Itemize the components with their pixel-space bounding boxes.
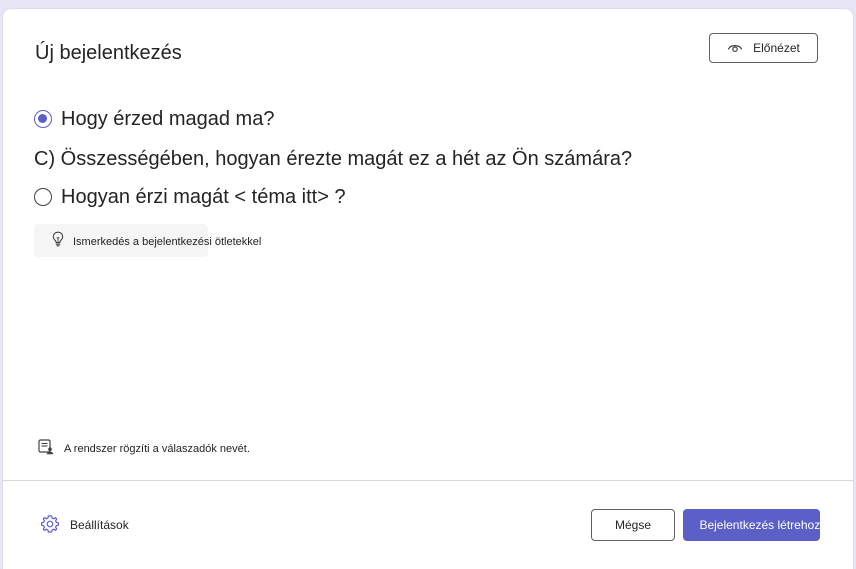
preview-label: Előnézet xyxy=(753,41,800,55)
gear-icon xyxy=(40,514,60,537)
dialog-title: Új bejelentkezés xyxy=(35,42,182,64)
form-person-icon xyxy=(38,439,54,458)
explore-ideas-button[interactable]: Ismerkedés a bejelentkezési ötletekkel xyxy=(34,224,261,257)
explore-ideas-label: Ismerkedés a bejelentkezési ötletekkel xyxy=(73,235,262,248)
create-checkin-label: Bejelentkezés létrehozása xyxy=(699,518,840,532)
create-checkin-button[interactable]: Bejelentkezés létrehozása xyxy=(683,509,840,541)
preview-button[interactable]: Előnézet xyxy=(709,33,818,63)
new-checkin-dialog: Új bejelentkezés Előnézet Hogy érzed mag… xyxy=(3,9,853,569)
footer-divider xyxy=(3,480,853,481)
option-topic-feeling[interactable]: Hogyan érzi magát < téma itt> ? xyxy=(34,184,346,210)
option-how-do-you-feel[interactable]: Hogy érzed magad ma? xyxy=(34,106,274,132)
option-week-summary[interactable]: C) Összességében, hogyan érezte magát ez… xyxy=(34,146,632,172)
lightbulb-icon xyxy=(52,231,64,250)
radio-unselected[interactable] xyxy=(34,188,52,206)
settings-label: Beállítások xyxy=(70,517,129,532)
eye-icon xyxy=(727,42,743,54)
radio-selected[interactable] xyxy=(34,110,52,128)
respondent-names-notice: A rendszer rögzíti a válaszadók nevét. xyxy=(38,439,250,458)
settings-button[interactable]: Beállítások xyxy=(40,514,129,537)
cancel-button[interactable]: Mégse xyxy=(591,509,675,541)
option-label: Hogy érzed magad ma? xyxy=(61,108,275,130)
notice-label: A rendszer rögzíti a válaszadók nevét. xyxy=(64,442,250,455)
option-label: Hogyan érzi magát < téma itt> ? xyxy=(61,186,346,208)
